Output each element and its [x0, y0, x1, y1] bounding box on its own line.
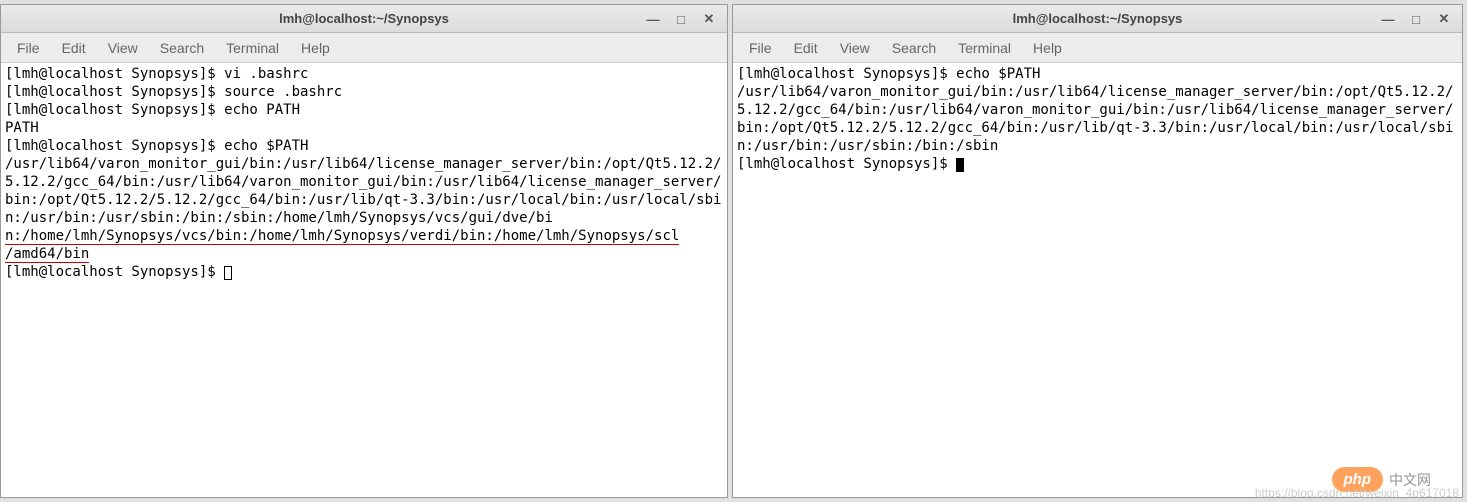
maximize-button[interactable]: □ — [1402, 9, 1430, 29]
titlebar-left[interactable]: lmh@localhost:~/Synopsys — □ ✕ — [1, 5, 727, 33]
terminal-line: /usr/lib64/varon_monitor_gui/bin:/usr/li… — [5, 155, 723, 227]
menubar-left: File Edit View Search Terminal Help — [1, 33, 727, 63]
terminal-line: /usr/lib64/varon_monitor_gui/bin:/usr/li… — [737, 83, 1458, 155]
menu-terminal[interactable]: Terminal — [948, 36, 1021, 60]
close-button[interactable]: ✕ — [1430, 9, 1458, 29]
terminal-line: [lmh@localhost Synopsys]$ — [737, 155, 1458, 173]
terminal-output-right[interactable]: [lmh@localhost Synopsys]$ echo $PATH/usr… — [733, 63, 1462, 497]
window-title: lmh@localhost:~/Synopsys — [1013, 11, 1183, 26]
maximize-button[interactable]: □ — [667, 9, 695, 29]
menu-search[interactable]: Search — [150, 36, 214, 60]
terminal-window-right: lmh@localhost:~/Synopsys — □ ✕ File Edit… — [732, 4, 1463, 498]
terminal-line: [lmh@localhost Synopsys]$ vi .bashrc — [5, 65, 723, 83]
menu-file[interactable]: File — [7, 36, 50, 60]
minimize-button[interactable]: — — [1374, 9, 1402, 29]
menu-help[interactable]: Help — [291, 36, 340, 60]
cursor-icon — [224, 266, 232, 280]
cursor-icon — [956, 158, 964, 172]
terminal-line: [lmh@localhost Synopsys]$ source .bashrc — [5, 83, 723, 101]
watermark-url: https://blog.csdn.net/weixin_4p617018 — [1255, 486, 1459, 500]
menu-help[interactable]: Help — [1023, 36, 1072, 60]
window-controls-left: — □ ✕ — [639, 9, 723, 29]
menu-view[interactable]: View — [98, 36, 148, 60]
titlebar-right[interactable]: lmh@localhost:~/Synopsys — □ ✕ — [733, 5, 1462, 33]
terminal-line: [lmh@localhost Synopsys]$ echo $PATH — [737, 65, 1458, 83]
terminal-line: [lmh@localhost Synopsys]$ echo $PATH — [5, 137, 723, 155]
menu-view[interactable]: View — [830, 36, 880, 60]
minimize-button[interactable]: — — [639, 9, 667, 29]
close-button[interactable]: ✕ — [695, 9, 723, 29]
menu-terminal[interactable]: Terminal — [216, 36, 289, 60]
window-title: lmh@localhost:~/Synopsys — [279, 11, 449, 26]
menu-edit[interactable]: Edit — [784, 36, 828, 60]
terminal-line: /amd64/bin — [5, 245, 723, 263]
terminal-line: [lmh@localhost Synopsys]$ echo PATH — [5, 101, 723, 119]
menu-search[interactable]: Search — [882, 36, 946, 60]
terminal-line: [lmh@localhost Synopsys]$ — [5, 263, 723, 281]
menu-file[interactable]: File — [739, 36, 782, 60]
terminal-output-left[interactable]: [lmh@localhost Synopsys]$ vi .bashrc[lmh… — [1, 63, 727, 497]
terminal-line: PATH — [5, 119, 723, 137]
menubar-right: File Edit View Search Terminal Help — [733, 33, 1462, 63]
menu-edit[interactable]: Edit — [52, 36, 96, 60]
window-controls-right: — □ ✕ — [1374, 9, 1458, 29]
terminal-line: n:/home/lmh/Synopsys/vcs/bin:/home/lmh/S… — [5, 227, 723, 245]
terminal-window-left: lmh@localhost:~/Synopsys — □ ✕ File Edit… — [0, 4, 728, 498]
